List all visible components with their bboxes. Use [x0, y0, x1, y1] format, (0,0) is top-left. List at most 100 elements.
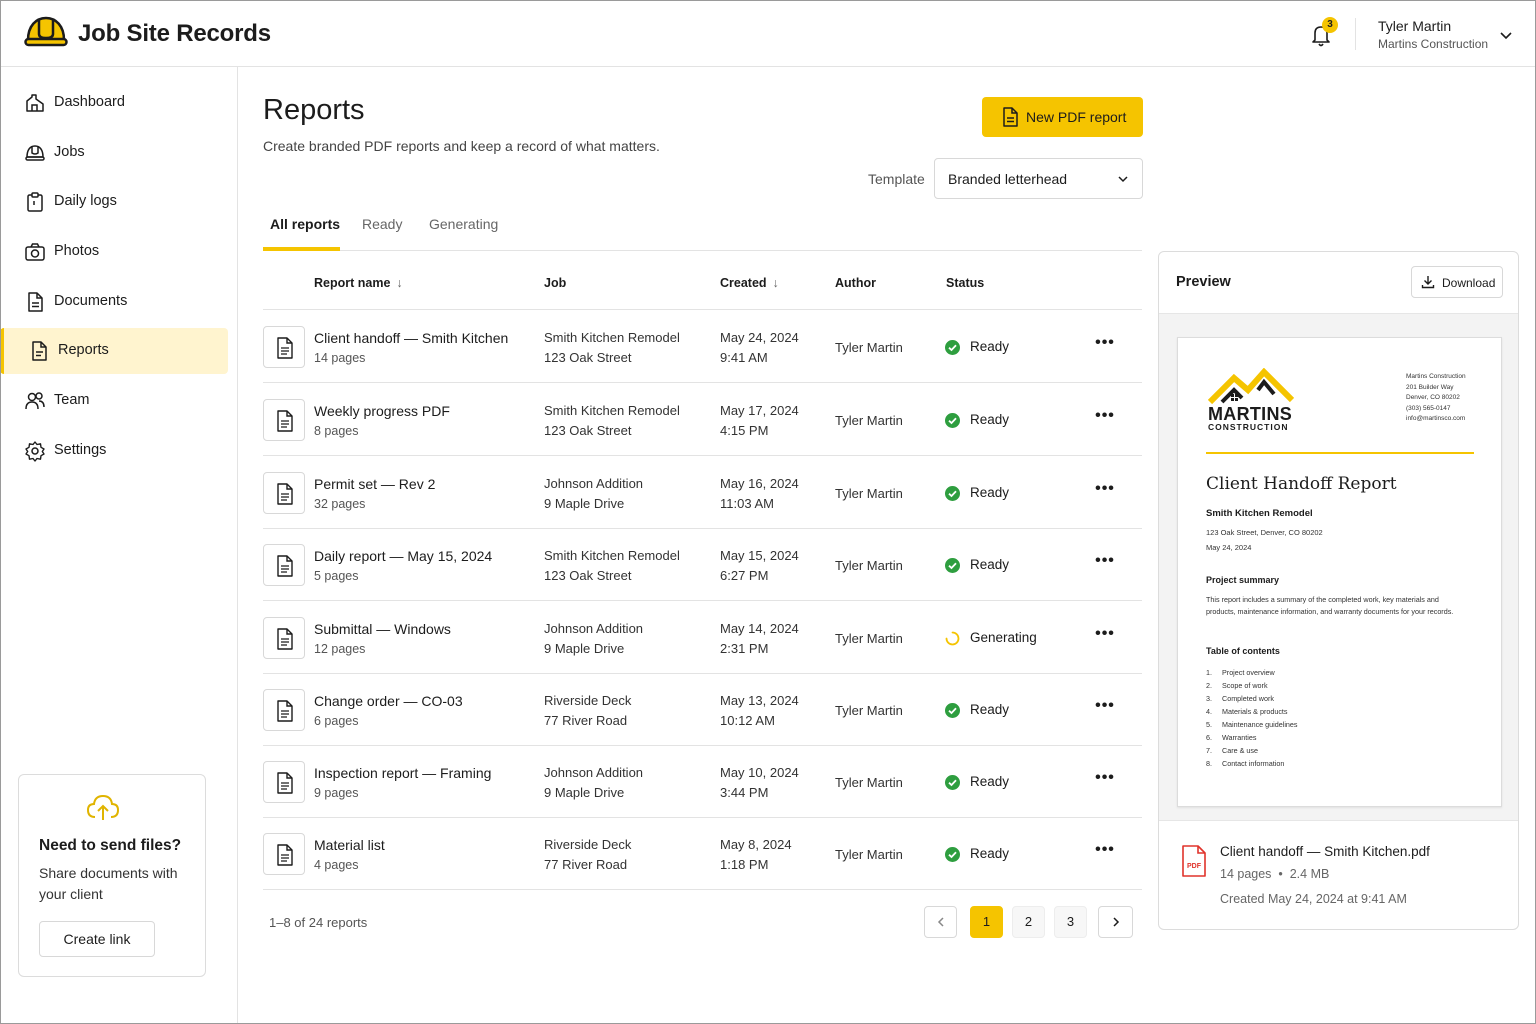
sidebar-item-dashboard[interactable]: Dashboard	[4, 80, 228, 126]
column-author[interactable]: Author	[835, 276, 876, 290]
download-label: Download	[1442, 276, 1496, 290]
gear-icon	[25, 441, 45, 462]
document-icon	[277, 628, 293, 650]
sidebar-item-label: Documents	[54, 293, 128, 309]
hardhat-logo-icon	[24, 16, 68, 47]
report-pages: 12 pages	[314, 642, 366, 656]
table-row[interactable]: Client handoff — Smith Kitchen 14 pages Sm…	[263, 311, 1142, 383]
sidebar-item-jobs[interactable]: Jobs	[4, 130, 228, 176]
toc-number: 8.	[1206, 759, 1212, 768]
dashboard-icon	[26, 94, 44, 112]
new-pdf-report-label: New PDF report	[1026, 109, 1127, 125]
sort-arrow-icon: ↓	[396, 276, 403, 290]
report-name[interactable]: Weekly progress PDF	[314, 403, 450, 419]
cloud-upload-icon	[86, 794, 120, 820]
report-job-address: 9 Maple Drive	[544, 641, 625, 656]
table-row[interactable]: Inspection report — Framing 9 pages Johnso…	[263, 746, 1142, 818]
report-file-icon	[263, 399, 305, 441]
sidebar-item-documents[interactable]: Documents	[4, 279, 228, 325]
more-options-icon[interactable]: •••	[1093, 626, 1117, 644]
chevron-down-icon	[1118, 176, 1128, 183]
more-options-icon[interactable]: •••	[1093, 481, 1117, 499]
pdf-page: MARTINS CONSTRUCTION Martins Constructio…	[1177, 337, 1502, 807]
more-options-icon[interactable]: •••	[1093, 335, 1117, 353]
chevron-left-icon	[937, 917, 944, 927]
column-status[interactable]: Status	[946, 276, 984, 290]
doc-summary-text: This report includes a summary of the co…	[1206, 595, 1454, 616]
template-select[interactable]: Branded letterhead	[934, 158, 1143, 199]
toc-number: 2.	[1206, 681, 1212, 690]
doc-toc-list: 1. Project overview 2. Scope of work 3. Compl…	[1206, 666, 1298, 770]
pdf-preview-area[interactable]: MARTINS CONSTRUCTION Martins Constructio…	[1159, 313, 1518, 821]
page-button-3[interactable]: 3	[1054, 906, 1087, 938]
document-icon	[277, 483, 293, 505]
report-author: Tyler Martin	[835, 340, 903, 355]
report-author: Tyler Martin	[835, 631, 903, 646]
toc-item: 6. Warranties	[1206, 731, 1298, 744]
report-author: Tyler Martin	[835, 847, 903, 862]
tab-ready[interactable]: Ready	[362, 216, 402, 232]
report-created-date: May 10, 2024	[720, 765, 799, 780]
more-options-icon[interactable]: •••	[1093, 553, 1117, 571]
report-created-time: 6:27 PM	[720, 568, 769, 583]
doc-summary-title: Project summary	[1206, 575, 1280, 585]
sidebar-item-team[interactable]: Team	[4, 378, 228, 424]
column-report-name[interactable]: Report name ↓	[314, 276, 403, 290]
report-pages: 14 pages	[314, 351, 366, 365]
report-created-date: May 16, 2024	[720, 476, 799, 491]
user-name[interactable]: Tyler Martin	[1378, 18, 1451, 34]
active-tab-indicator	[263, 247, 340, 251]
report-author: Tyler Martin	[835, 413, 903, 428]
report-name[interactable]: Change order — CO-03	[314, 693, 463, 709]
report-job: Smith Kitchen Remodel	[544, 330, 680, 345]
tab-all-reports[interactable]: All reports	[270, 216, 340, 232]
report-created-time: 10:12 AM	[720, 713, 775, 728]
pdf-file-icon: PDF	[1182, 845, 1206, 877]
report-name[interactable]: Permit set — Rev 2	[314, 476, 435, 492]
page-button-2[interactable]: 2	[1012, 906, 1045, 938]
column-label: Report name	[314, 276, 391, 290]
toc-item: 8. Contact information	[1206, 757, 1298, 770]
more-options-icon[interactable]: •••	[1093, 770, 1117, 788]
download-button[interactable]: Download	[1411, 266, 1503, 298]
column-job[interactable]: Job	[544, 276, 566, 290]
report-name[interactable]: Inspection report — Framing	[314, 765, 491, 781]
sidebar-item-label: Jobs	[54, 144, 85, 160]
table-row[interactable]: Weekly progress PDF 8 pages Smith Kitchen …	[263, 384, 1142, 456]
address-line: info@martinsco.com	[1406, 415, 1466, 422]
sidebar-item-photos[interactable]: Photos	[4, 229, 228, 275]
table-row[interactable]: Change order — CO-03 6 pages Riverside Dec…	[263, 674, 1142, 746]
more-options-icon[interactable]: •••	[1093, 408, 1117, 426]
report-name[interactable]: Client handoff — Smith Kitchen	[314, 330, 508, 346]
column-created[interactable]: Created ↓	[720, 276, 779, 290]
file-size: 2.4 MB	[1289, 867, 1330, 881]
user-org: Martins Construction	[1378, 37, 1489, 51]
prev-page-button[interactable]	[924, 906, 957, 938]
tab-generating[interactable]: Generating	[429, 216, 498, 232]
report-created-time: 9:41 AM	[720, 350, 768, 365]
sidebar-item-reports[interactable]: Reports	[0, 328, 228, 374]
camera-icon	[25, 243, 45, 261]
sidebar-item-label: Settings	[54, 442, 107, 458]
table-row[interactable]: Material list 4 pages Riverside Deck 77 Riv…	[263, 818, 1142, 890]
chevron-down-icon[interactable]	[1499, 28, 1513, 42]
next-page-button[interactable]	[1098, 906, 1133, 938]
report-name[interactable]: Submittal — Windows	[314, 621, 451, 637]
table-row[interactable]: Permit set — Rev 2 32 pages Johnson Additi…	[263, 457, 1142, 529]
create-link-button[interactable]: Create link	[39, 921, 155, 957]
report-job-address: 9 Maple Drive	[544, 496, 625, 511]
report-name[interactable]: Daily report — May 15, 2024	[314, 548, 492, 564]
toc-item: 7. Care & use	[1206, 744, 1298, 757]
sidebar-item-settings[interactable]: Settings	[4, 428, 228, 474]
new-pdf-report-button[interactable]: New PDF report	[982, 97, 1143, 137]
sidebar-item-daily-logs[interactable]: Daily logs	[4, 179, 228, 225]
page-button-1[interactable]: 1	[970, 906, 1003, 938]
file-pages: 14 pages	[1220, 867, 1272, 881]
more-options-icon[interactable]: •••	[1093, 698, 1117, 716]
report-pages: 5 pages	[314, 569, 359, 583]
table-row[interactable]: Daily report — May 15, 2024 5 pages Smith …	[263, 529, 1142, 601]
report-name[interactable]: Material list	[314, 837, 385, 853]
more-options-icon[interactable]: •••	[1093, 842, 1117, 860]
table-row[interactable]: Submittal — Windows 12 pages Johnson Addit…	[263, 602, 1142, 674]
doc-date: May 24, 2024	[1206, 543, 1252, 552]
